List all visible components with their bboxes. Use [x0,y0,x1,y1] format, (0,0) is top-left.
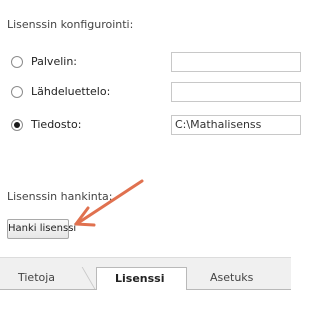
lahdeluettelo-field[interactable] [171,82,301,102]
tab-tietoja[interactable]: Tietoja [18,267,55,289]
license-config-heading: Lisenssin konfigurointi: [7,18,134,31]
tiedosto-path-field[interactable]: C:\Mathalisenss [171,115,301,135]
radio-label-tiedosto: Tiedosto: [31,118,82,131]
tab-content-area [0,290,291,324]
annotation-arrow-icon [74,179,144,227]
hanki-lisenssi-button[interactable]: Hanki lisenssi [7,219,76,239]
radio-label-lahdeluettelo: Lähdeluettelo: [31,85,111,98]
radio-label-palvelin: Palvelin: [31,55,78,68]
radio-tiedosto[interactable] [11,119,23,131]
tab-lisenssi[interactable]: Lisenssi [96,267,188,290]
radio-lahdeluettelo[interactable] [11,86,23,98]
radio-palvelin[interactable] [11,56,23,68]
tab-asetukset[interactable]: Asetuks [210,267,253,289]
palvelin-field[interactable] [171,52,301,72]
